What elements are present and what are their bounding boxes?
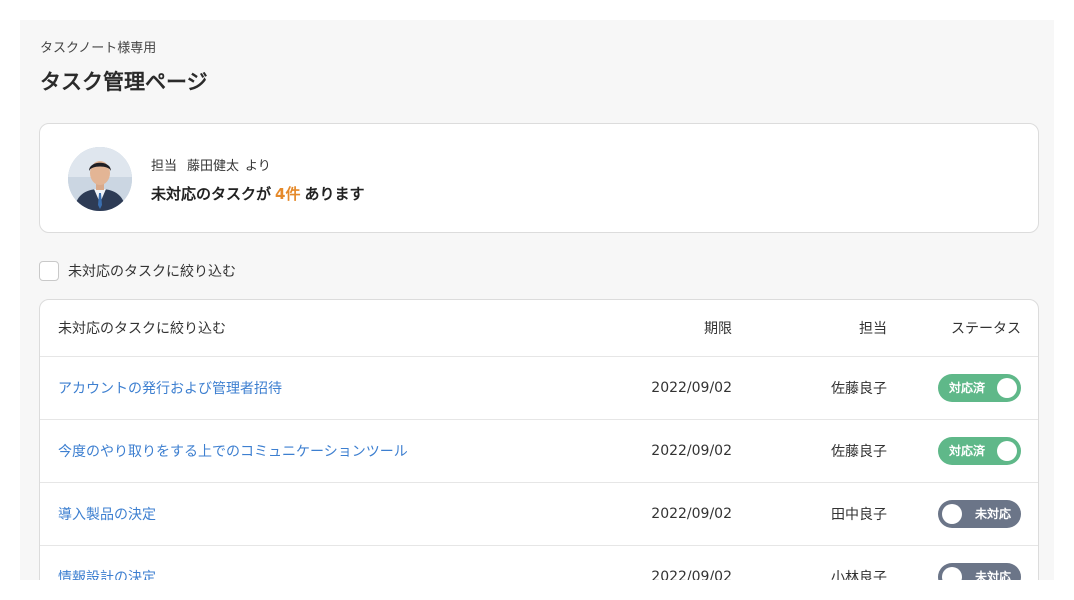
task-link[interactable]: 導入製品の決定 — [58, 504, 156, 524]
person-photo-icon — [68, 147, 132, 211]
status-label: 未対応 — [974, 570, 1011, 580]
notice-card: 担当 藤田健太 より 未対応のタスクが 4件 あります — [39, 123, 1039, 233]
message-after: あります — [304, 185, 365, 203]
toggle-knob — [942, 567, 962, 580]
status-label: 未対応 — [974, 507, 1011, 521]
status-toggle[interactable]: 対応済 — [938, 374, 1021, 402]
filter-checkbox[interactable] — [39, 261, 59, 281]
pending-count: 4件 — [275, 185, 301, 203]
filter-label: 未対応のタスクに絞り込む — [68, 264, 236, 280]
due-date: 2022/09/02 — [651, 506, 732, 522]
owner-name: 佐藤良子 — [831, 444, 887, 460]
message-before: 未対応のタスクが — [151, 185, 272, 203]
status-toggle[interactable]: 未対応 — [938, 500, 1021, 528]
toggle-knob — [997, 378, 1017, 398]
owner-suffix: より — [245, 159, 271, 174]
owner-name: 藤田健太 — [187, 159, 240, 174]
task-link[interactable]: 今度のやり取りをする上でのコミュニケーションツール — [58, 441, 408, 461]
status-toggle[interactable]: 未対応 — [938, 563, 1021, 580]
toggle-knob — [997, 441, 1017, 461]
table-row: アカウントの発行および管理者招待 2022/09/02 佐藤良子 対応済 — [40, 357, 1038, 420]
due-date: 2022/09/02 — [651, 569, 732, 580]
status-label: 対応済 — [949, 381, 986, 395]
task-link[interactable]: アカウントの発行および管理者招待 — [58, 378, 282, 398]
owner-prefix: 担当 — [151, 159, 178, 174]
task-table: 未対応のタスクに絞り込む 期限 担当 ステータス アカウントの発行および管理者招… — [39, 299, 1039, 580]
owner-name: 小林良子 — [831, 570, 887, 580]
owner-name: 田中良子 — [831, 507, 887, 523]
brand-text: タスクノート様専用 — [40, 41, 157, 56]
due-date: 2022/09/02 — [651, 443, 732, 459]
status-label: 対応済 — [949, 444, 986, 458]
table-row: 今度のやり取りをする上でのコミュニケーションツール 2022/09/02 佐藤良… — [40, 420, 1038, 483]
table-header: 未対応のタスクに絞り込む 期限 担当 ステータス — [40, 300, 1038, 357]
owner-name: 佐藤良子 — [831, 381, 887, 397]
pending-message: 未対応のタスクが 4件 あります — [151, 183, 364, 204]
toggle-knob — [942, 504, 962, 524]
column-header-name: 未対応のタスクに絞り込む — [58, 321, 226, 337]
status-toggle[interactable]: 対応済 — [938, 437, 1021, 465]
column-header-owner: 担当 — [859, 321, 887, 337]
page-title: タスク管理ページ — [40, 70, 208, 94]
table-row: 導入製品の決定 2022/09/02 田中良子 未対応 — [40, 483, 1038, 546]
pending-filter[interactable]: 未対応のタスクに絞り込む — [39, 260, 236, 282]
main-panel: タスクノート様専用 タスク管理ページ 担当 藤田健太 より 未対応のタスクが 4件 あり… — [20, 20, 1054, 580]
due-date: 2022/09/02 — [651, 380, 732, 396]
column-header-status: ステータス — [951, 321, 1021, 337]
task-link[interactable]: 情報設計の決定 — [58, 567, 156, 580]
notice-sender: 担当 藤田健太 より — [151, 155, 271, 174]
avatar — [68, 147, 132, 211]
table-row: 情報設計の決定 2022/09/02 小林良子 未対応 — [40, 546, 1038, 580]
column-header-due: 期限 — [704, 321, 732, 337]
